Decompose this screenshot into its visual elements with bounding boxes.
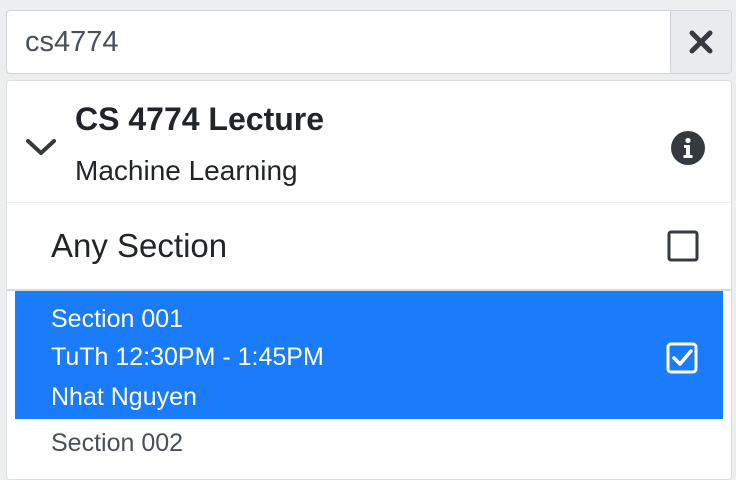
chevron-down-icon[interactable] — [25, 137, 57, 157]
section-name: Section 002 — [51, 429, 184, 457]
search-bar — [6, 10, 732, 74]
section-option-selected[interactable]: Section 001 TuTh 12:30PM - 1:45PM Nhat N… — [15, 291, 723, 419]
any-section-label: Any Section — [51, 227, 228, 264]
clear-search-button[interactable] — [670, 11, 731, 73]
section-name: Section 001 — [51, 305, 184, 333]
section-instructor: Nhat Nguyen — [51, 383, 197, 411]
any-section-option[interactable]: Any Section — [7, 203, 731, 291]
info-circle-icon[interactable] — [671, 131, 705, 165]
course-title: CS 4774 Lecture — [75, 101, 325, 137]
course-header[interactable]: CS 4774 Lecture Machine Learning — [7, 81, 731, 203]
section-time: TuTh 12:30PM - 1:45PM — [51, 343, 324, 371]
section-option[interactable]: Section 002 — [15, 419, 723, 479]
checkbox-checked-icon[interactable] — [666, 342, 698, 374]
course-subtitle: Machine Learning — [75, 155, 298, 186]
checkbox-unchecked-icon[interactable] — [667, 230, 699, 262]
course-results-panel: CS 4774 Lecture Machine Learning Any Sec… — [6, 80, 732, 480]
close-icon — [689, 30, 713, 54]
search-input[interactable] — [7, 11, 670, 73]
